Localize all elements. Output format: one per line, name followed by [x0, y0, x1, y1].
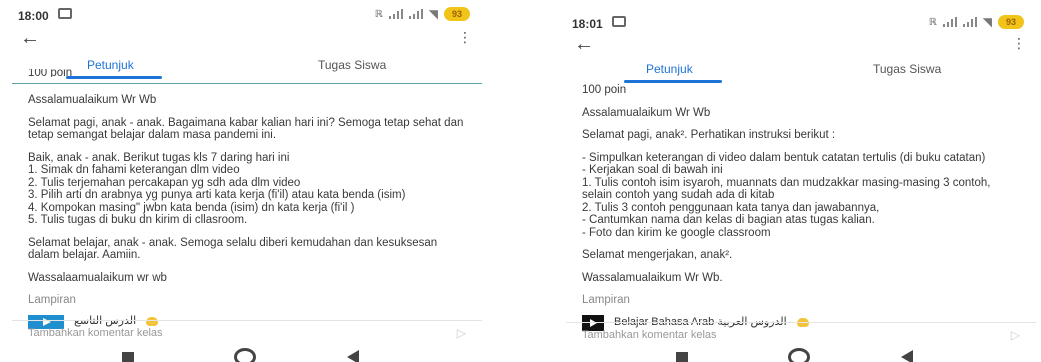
tab-tugas-siswa[interactable]: Tugas Siswa: [873, 62, 941, 76]
comment-bar[interactable]: Tambahkan komentar kelas ▷: [12, 320, 482, 343]
greeting: Assalamualaikum Wr Wb: [28, 94, 157, 106]
send-icon[interactable]: ▷: [1011, 328, 1020, 342]
comment-input[interactable]: Tambahkan komentar kelas: [28, 327, 163, 339]
send-icon[interactable]: ▷: [457, 326, 466, 340]
more-vert-icon[interactable]: ⋮: [1012, 36, 1026, 50]
comment-input[interactable]: Tambahkan komentar kelas: [582, 329, 717, 341]
lampiran-label: Lampiran: [582, 294, 630, 306]
battery-icon: 93: [998, 15, 1024, 29]
paragraph-tasks: Baik, anak - anak. Berikut tugas kls 7 d…: [28, 151, 406, 227]
wifi-icon: ◥: [428, 7, 438, 21]
farewell: Wassalaamualaikum wr wb: [28, 271, 167, 284]
signal-icon-2: [962, 17, 977, 27]
android-nav-bar: [566, 346, 1036, 362]
right-screen: 18:01 ℝ ◥ 93 ← ⋮ Petunjuk Tugas Siswa 10…: [566, 0, 1036, 362]
paragraph-tasks: - Simpulkan keterangan di video dalam be…: [582, 151, 991, 239]
left-screen: 18:00 ℝ ◥ 93 ← ⋮ Petunjuk Tugas Siswa 10…: [12, 0, 482, 362]
signal-icon: [942, 17, 957, 27]
paragraph-closing: Selamat belajar, anak - anak. Semoga sel…: [28, 236, 438, 262]
home-icon[interactable]: [234, 348, 256, 362]
recent-apps-icon[interactable]: [676, 352, 688, 362]
points-label: 100 poin: [28, 69, 73, 77]
signal-icon-2: [408, 9, 423, 19]
status-bar: 18:01 ℝ ◥ 93: [566, 8, 1036, 36]
status-time: 18:01: [572, 17, 603, 31]
greeting: Assalamualaikum Wr Wb: [582, 106, 711, 119]
android-nav-bar: [12, 346, 482, 362]
paragraph-intro: Selamat pagi, anak - anak. Bagaimana kab…: [28, 116, 464, 142]
instructions-content: 100 poin Assalamualaikum Wr Wb Selamat p…: [12, 69, 482, 329]
paragraph-closing: Selamat mengerjakan, anak².: [582, 249, 733, 261]
farewell: Wassalamualaikum Wr Wb.: [582, 271, 723, 284]
battery-icon: 93: [444, 7, 470, 21]
back-arrow-icon[interactable]: ←: [574, 34, 594, 54]
lampiran-label: Lampiran: [28, 294, 76, 306]
nav-back-icon[interactable]: [347, 350, 359, 362]
hd-icon: ℝ: [928, 16, 937, 28]
status-time: 18:00: [18, 9, 49, 23]
recent-apps-icon[interactable]: [122, 352, 134, 362]
section-divider: [12, 83, 482, 84]
instructions-content: 100 poin Assalamualaikum Wr Wb Selamat p…: [582, 84, 1020, 331]
tab-indicator: [624, 80, 722, 83]
wifi-icon: ◥: [982, 15, 992, 29]
comment-bar[interactable]: Tambahkan komentar kelas ▷: [566, 322, 1036, 345]
points-label: 100 poin: [582, 84, 627, 96]
gallery-notification-icon: [612, 16, 626, 27]
nav-back-icon[interactable]: [901, 350, 913, 362]
signal-icon: [388, 9, 403, 19]
gallery-notification-icon: [58, 8, 72, 19]
home-icon[interactable]: [788, 348, 810, 362]
status-bar: 18:00 ℝ ◥ 93: [12, 0, 482, 28]
tab-petunjuk[interactable]: Petunjuk: [646, 62, 693, 76]
more-vert-icon[interactable]: ⋮: [458, 30, 472, 44]
back-arrow-icon[interactable]: ←: [20, 28, 40, 48]
paragraph-intro: Selamat pagi, anak². Perhatikan instruks…: [582, 129, 836, 141]
hd-icon: ℝ: [374, 8, 383, 20]
